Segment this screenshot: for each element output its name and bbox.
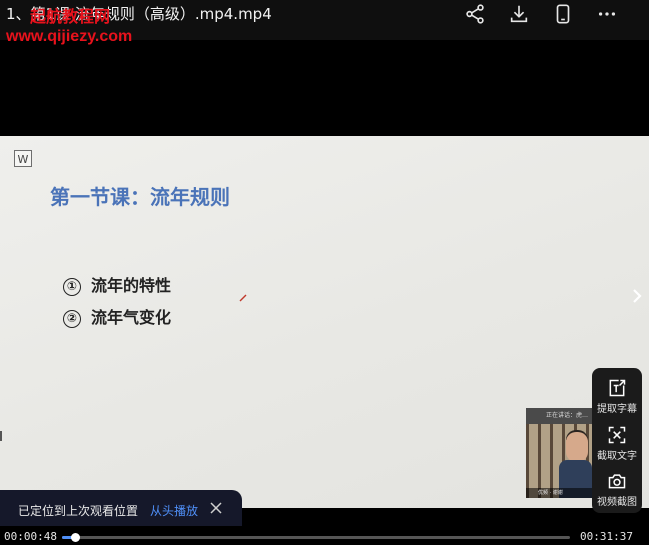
svg-text:W: W [18, 153, 29, 166]
resume-message: 已定位到上次观看位置 [18, 504, 139, 518]
pen-cursor-icon [239, 294, 247, 302]
extract-subtitle-button[interactable]: 提取字幕 [592, 378, 642, 415]
download-icon[interactable] [508, 3, 530, 25]
slide-logo: W [14, 150, 32, 167]
close-icon[interactable] [209, 501, 223, 515]
duration: 00:31:37 [580, 530, 633, 543]
player-controls: 00:00:48 00:31:37 [0, 527, 649, 545]
capture-text-button[interactable]: 截取文字 [592, 425, 642, 462]
point-text: 流年的特性 [91, 276, 172, 295]
point-number: ② [63, 310, 81, 328]
point-number: ① [63, 278, 81, 296]
camera-icon [608, 474, 626, 489]
current-time: 00:00:48 [4, 530, 57, 543]
slide-title: 第一节课：流年规则 [50, 185, 230, 209]
video-screenshot-button[interactable]: 视频截图 [592, 471, 642, 508]
speaker-face [566, 432, 588, 462]
watermark-text: 起航教程网 [30, 7, 111, 26]
more-icon[interactable] [596, 3, 618, 25]
w-logo-icon: W [18, 153, 29, 166]
capture-text-label: 截取文字 [597, 451, 637, 462]
share-icon[interactable] [464, 3, 486, 25]
next-arrow-icon[interactable] [630, 288, 644, 304]
title-bar: 1、第1课 流年规则（高级）.mp4.mp4 起航教程网 www.qijiezy… [0, 0, 649, 45]
webcam-header: 正在讲话：虎… [526, 408, 592, 424]
extract-subtitle-icon [609, 379, 626, 397]
resume-toast: 已定位到上次观看位置 从头播放 [0, 490, 242, 526]
extract-subtitle-label: 提取字幕 [597, 404, 637, 415]
phone-icon[interactable] [552, 3, 574, 25]
progress-thumb[interactable] [70, 533, 80, 542]
capture-text-icon [608, 426, 626, 444]
watermark-url: www.qijiezy.com [6, 28, 133, 45]
play-from-start-link[interactable]: 从头播放 [150, 502, 198, 519]
point-text: 流年气变化 [91, 308, 172, 327]
video-screenshot-label: 视频截图 [597, 497, 637, 508]
slide-point: ② 流年气变化 [63, 304, 171, 328]
slide-point: ① 流年的特性 [63, 272, 171, 296]
webcam-overlay[interactable]: 正在讲话：虎… 优频 · 谢谢 [526, 408, 592, 498]
progress-bar[interactable] [62, 533, 570, 542]
left-edge-handle [0, 431, 2, 441]
side-tool-panel: 提取字幕 截取文字 视频截图 [592, 368, 642, 513]
webcam-footer: 优频 · 谢谢 [526, 488, 592, 498]
